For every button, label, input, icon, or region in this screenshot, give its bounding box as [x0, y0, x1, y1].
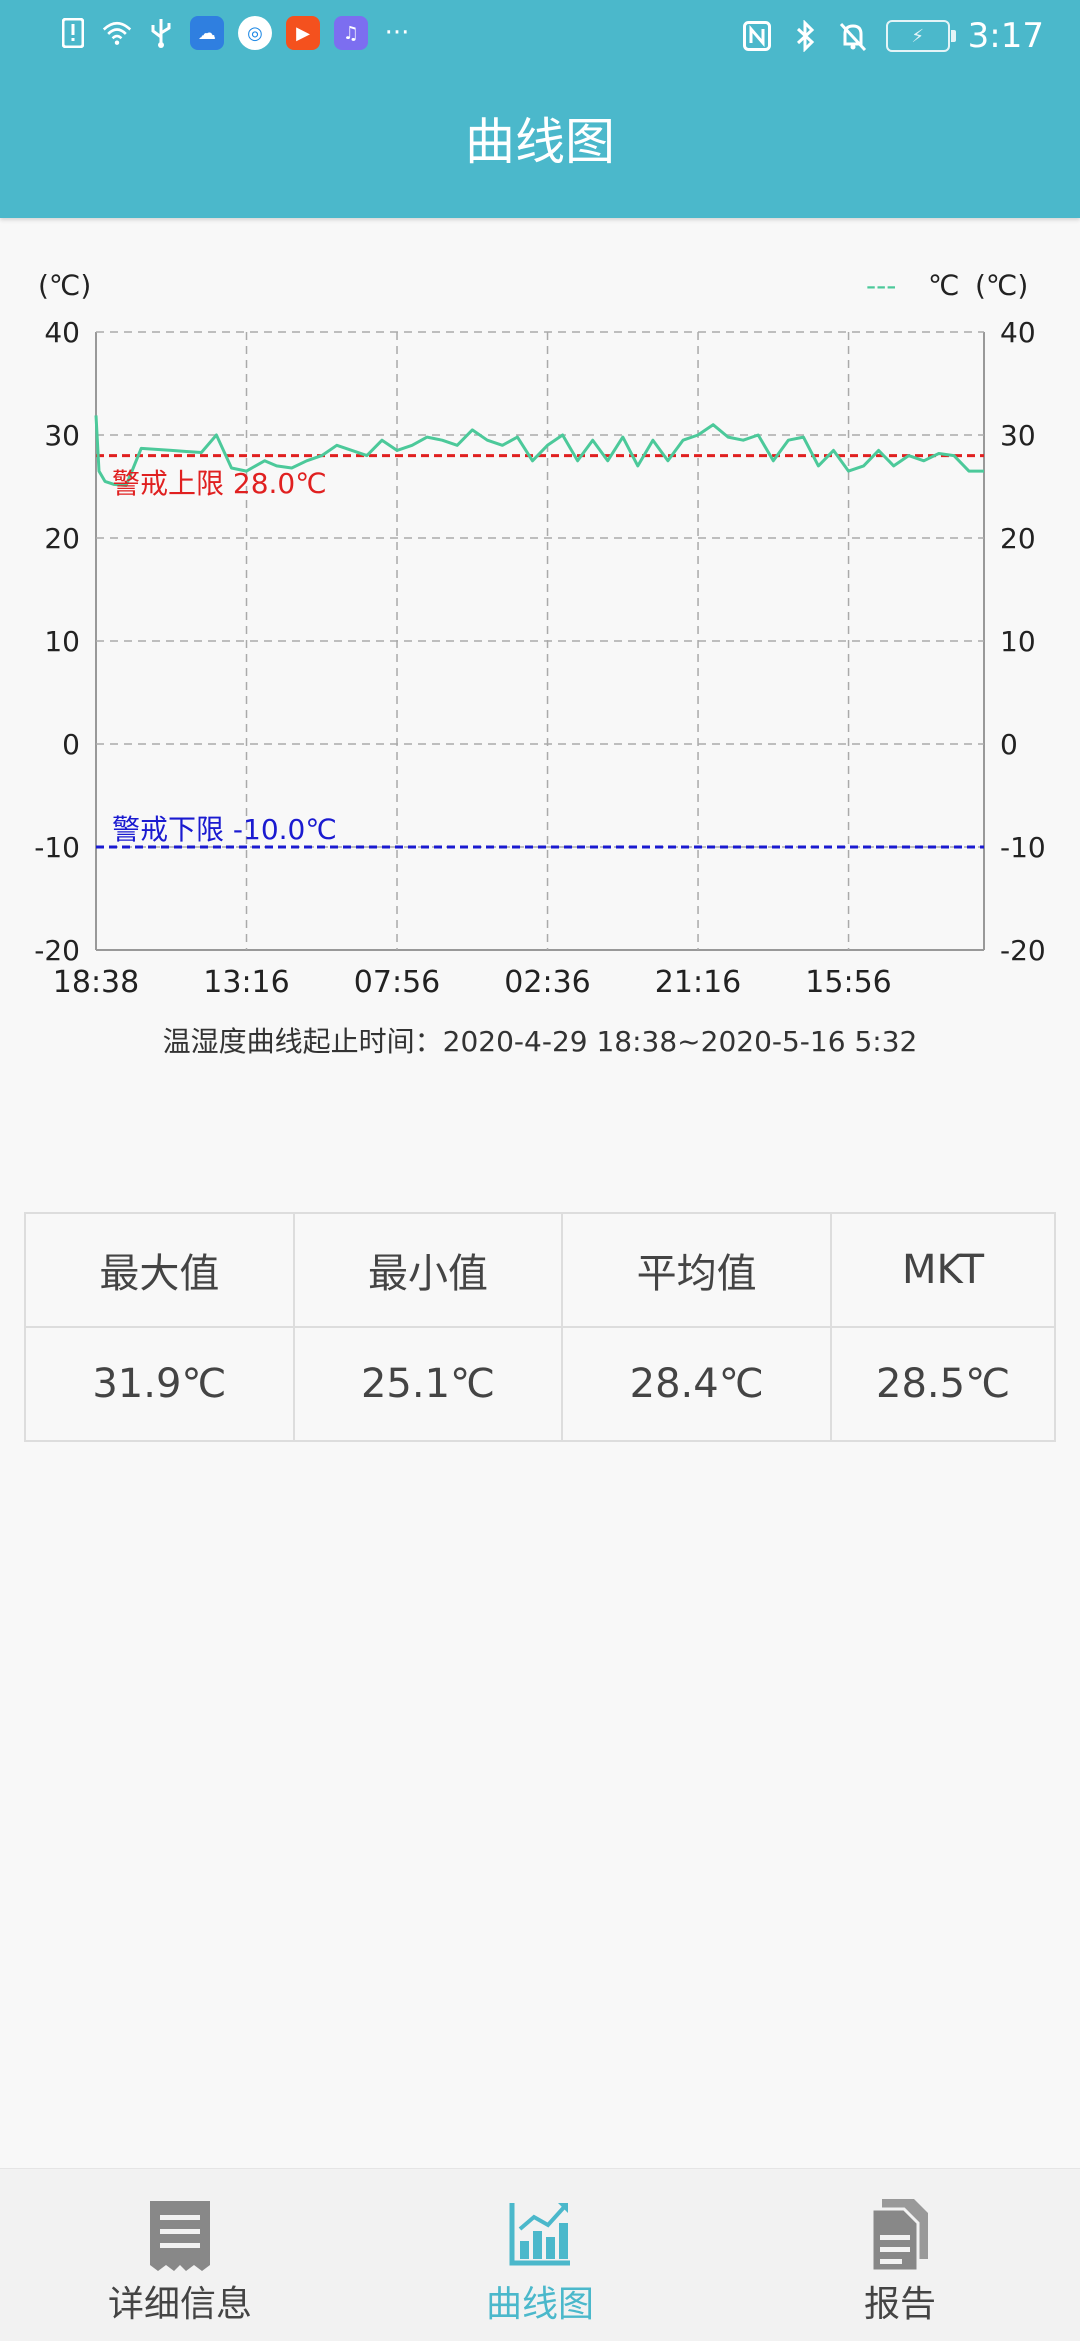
x-tick-label: 13:16: [203, 965, 289, 1000]
x-tick-label: 21:16: [655, 965, 741, 1000]
threshold-lines: [96, 454, 984, 849]
more-dots-icon: ···: [384, 18, 410, 48]
stats-value-max: 31.9℃: [24, 1326, 295, 1442]
legend-marker: ---: [866, 269, 896, 302]
temperature-chart: 40 30 20 10 0 -10 -20 40 30 20 10 0 -10 -20 18:38 13:…: [0, 250, 1080, 1070]
stats-value-row: 31.9℃ 25.1℃ 28.4℃ 28.5℃: [24, 1326, 1056, 1442]
x-tick-label: 07:56: [354, 965, 440, 1000]
right-axis-unit: (℃): [975, 269, 1028, 302]
receipt-icon: [150, 2201, 210, 2271]
stats-value-mkt: 28.5℃: [830, 1326, 1056, 1442]
stats-header-mkt: MKT: [830, 1212, 1056, 1328]
x-tick-label: 15:56: [805, 965, 891, 1000]
status-bar: ☁ ◎ ▶ ♫ ··· ⚡ 3:17: [0, 0, 1080, 76]
nfc-icon: [742, 19, 772, 53]
stats-header-avg: 平均值: [561, 1212, 832, 1328]
y-tick-label-right: 40: [1000, 316, 1036, 349]
y-tick-label-right: 30: [1000, 419, 1036, 452]
y-tick-label-left: 30: [44, 419, 80, 452]
stats-value-avg: 28.4℃: [561, 1326, 832, 1442]
upper-limit-label: 警戒上限 28.0℃: [112, 467, 327, 500]
nav-item-details[interactable]: 详细信息: [0, 2169, 360, 2341]
mute-icon: [838, 19, 868, 53]
y-tick-label-left: 10: [44, 625, 80, 658]
chart-grid: [95, 331, 985, 951]
time-range-caption: 温湿度曲线起止时间：2020-4-29 18:38~2020-5-16 5:32: [162, 1025, 918, 1058]
lower-limit-label: 警戒下限 -10.0℃: [112, 813, 337, 846]
stats-header-min: 最小值: [292, 1212, 564, 1328]
stats-table: 最大值 最小值 平均值 MKT 31.9℃ 25.1℃ 28.4℃ 28.5℃: [24, 1212, 1056, 1442]
nav-item-chart[interactable]: 曲线图: [360, 2169, 720, 2341]
status-left-icons: ☁ ◎ ▶ ♫ ···: [58, 16, 412, 50]
y-tick-label-right: 20: [1000, 522, 1036, 555]
y-tick-label-left: -20: [34, 934, 80, 967]
y-axis-right: 40 30 20 10 0 -10 -20: [1000, 316, 1046, 967]
alert-icon: [58, 16, 88, 50]
document-icon: [870, 2199, 928, 2273]
y-tick-label-left: 20: [44, 522, 80, 555]
left-axis-unit: (℃): [38, 269, 91, 302]
app-header: ☁ ◎ ▶ ♫ ··· ⚡ 3:17 曲线图: [0, 0, 1080, 218]
y-tick-label-left: -10: [34, 831, 80, 864]
status-time: 3:17: [967, 16, 1044, 56]
x-tick-label: 18:38: [53, 965, 139, 1000]
y-tick-label-left: 0: [62, 728, 80, 761]
stats-value-min: 25.1℃: [292, 1326, 564, 1442]
bar-chart-icon: [509, 2203, 570, 2266]
wifi-icon: [102, 16, 132, 50]
nav-item-report[interactable]: 报告: [720, 2169, 1080, 2341]
nav-label-report: 报告: [863, 2284, 936, 2325]
bluetooth-icon: [790, 19, 820, 53]
video-app-icon: ▶: [286, 16, 320, 50]
nav-label-details: 详细信息: [107, 2284, 252, 2325]
stats-header-max: 最大值: [24, 1212, 295, 1328]
battery-charging-icon: ⚡: [885, 20, 956, 52]
music-app-icon: ♫: [334, 16, 368, 50]
nav-label-chart: 曲线图: [485, 2284, 594, 2325]
legend-label: ℃: [928, 269, 959, 302]
y-tick-label-right: -20: [1000, 934, 1046, 967]
y-tick-label-right: 0: [1000, 728, 1018, 761]
page-title: 曲线图: [465, 113, 615, 171]
y-tick-label-right: -10: [1000, 831, 1046, 864]
chart-svg: 40 30 20 10 0 -10 -20 40 30 20 10 0 -10 -20 18:38 13:…: [34, 269, 1046, 1000]
cloud-app-icon: ☁: [190, 16, 224, 50]
y-axis-left: 40 30 20 10 0 -10 -20: [34, 316, 80, 967]
status-right-icons: ⚡ 3:17: [742, 16, 1044, 56]
y-tick-label-right: 10: [1000, 625, 1036, 658]
x-tick-label: 02:36: [504, 965, 590, 1000]
browser-app-icon: ◎: [238, 16, 272, 50]
usb-icon: [146, 16, 176, 50]
bottom-nav: 详细信息 曲线图 报告: [0, 2168, 1080, 2341]
stats-header-row: 最大值 最小值 平均值 MKT: [24, 1212, 1056, 1328]
x-axis: 18:38 13:16 07:56 02:36 21:16 15:56: [53, 965, 892, 1000]
y-tick-label-left: 40: [44, 316, 80, 349]
